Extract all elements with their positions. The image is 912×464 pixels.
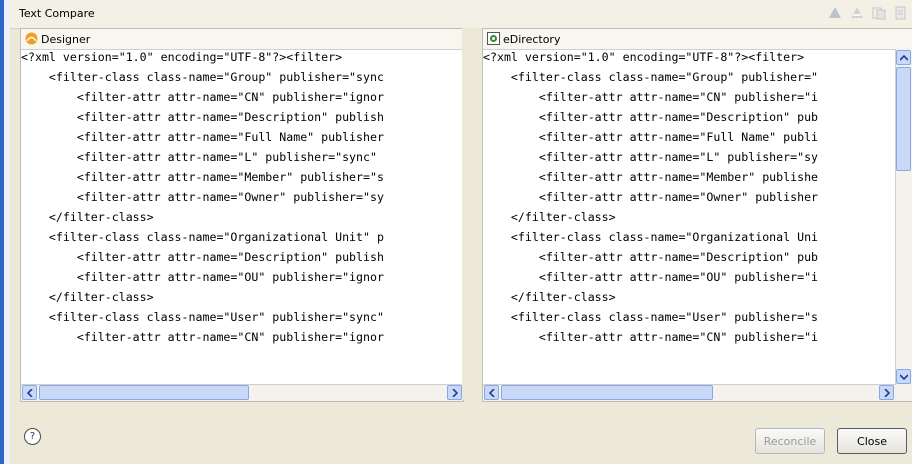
code-line: <filter-attr attr-name="Owner" publisher…: [21, 190, 384, 204]
scroll-left-button[interactable]: [22, 385, 37, 400]
code-line: <filter-attr attr-name="Member" publishe…: [21, 170, 384, 184]
code-line: <filter-attr attr-name="CN" publisher="i…: [21, 330, 384, 344]
code-line: <filter-attr attr-name="Description" pub…: [21, 250, 384, 264]
code-line: <filter-attr attr-name="Full Name" publi: [483, 130, 819, 144]
pane-divider[interactable]: [462, 28, 482, 400]
code-line: <filter-class class-name="User" publishe…: [483, 310, 819, 324]
scroll-down-button[interactable]: [896, 369, 911, 384]
edirectory-horizontal-scrollbar[interactable]: [483, 384, 895, 401]
edirectory-pane: eDirectory <?xml version="1.0" encoding=…: [482, 28, 912, 402]
code-line: <filter-attr attr-name="OU" publisher="i…: [21, 270, 384, 284]
designer-text-area[interactable]: <?xml version="1.0" encoding="UTF-8"?><f…: [21, 49, 463, 356]
text-compare-dialog: Text Compare Designer <?xml version="1.0…: [10, 0, 912, 464]
code-line: </filter-class>: [483, 290, 616, 304]
code-line: <filter-attr attr-name="Description" pub: [483, 110, 819, 124]
code-line: </filter-class>: [483, 210, 616, 224]
code-line: <filter-attr attr-name="CN" publisher="i: [483, 330, 819, 344]
scroll-left-button[interactable]: [484, 385, 499, 400]
scroll-corner: [895, 385, 912, 401]
scroll-up-button[interactable]: [896, 50, 911, 65]
copy-right-icon[interactable]: [894, 6, 908, 20]
code-line: <filter-class class-name="Group" publish…: [21, 70, 384, 84]
designer-icon: [25, 32, 38, 45]
edirectory-vertical-scrollbar[interactable]: [895, 49, 912, 385]
code-line: </filter-class>: [21, 210, 154, 224]
close-button[interactable]: Close: [837, 428, 907, 454]
designer-pane-header: Designer: [21, 29, 463, 50]
window-title: Text Compare: [19, 7, 95, 20]
chevron-right-icon: [883, 388, 890, 397]
chevron-right-icon: [451, 388, 458, 397]
title-bar: Text Compare: [10, 0, 912, 29]
code-line: <filter-class class-name="Organizational…: [21, 230, 384, 244]
edirectory-text-area[interactable]: <?xml version="1.0" encoding="UTF-8"?><f…: [483, 49, 895, 356]
designer-horizontal-scrollbar[interactable]: [21, 384, 463, 401]
code-line: <?xml version="1.0" encoding="UTF-8"?><f…: [483, 50, 805, 64]
vertical-scroll-thumb[interactable]: [896, 67, 911, 171]
chevron-up-icon: [899, 54, 908, 61]
edirectory-icon: [487, 32, 500, 45]
code-line: <filter-attr attr-name="Owner" publisher: [483, 190, 819, 204]
code-line: <filter-attr attr-name="CN" publisher="i: [483, 90, 819, 104]
designer-pane: Designer <?xml version="1.0" encoding="U…: [20, 28, 464, 402]
code-line: </filter-class>: [21, 290, 154, 304]
code-line: <filter-attr attr-name="L" publisher="sy: [483, 150, 819, 164]
code-line: <filter-attr attr-name="Full Name" publi…: [21, 130, 384, 144]
code-line: <filter-attr attr-name="L" publisher="sy…: [21, 150, 384, 164]
help-icon[interactable]: ?: [24, 428, 41, 445]
code-line: <filter-class class-name="User" publishe…: [21, 310, 384, 324]
edirectory-pane-header: eDirectory: [483, 29, 912, 50]
code-line: <filter-class class-name="Group" publish…: [483, 70, 819, 84]
next-change-icon[interactable]: [828, 6, 842, 20]
designer-pane-title: Designer: [41, 33, 91, 46]
reconcile-button[interactable]: Reconcile: [755, 428, 825, 454]
code-line: <filter-attr attr-name="Description" pub…: [21, 110, 384, 124]
code-line: <filter-attr attr-name="Description" pub: [483, 250, 819, 264]
copy-left-icon[interactable]: [872, 6, 886, 20]
code-line: <filter-attr attr-name="CN" publisher="i…: [21, 90, 384, 104]
code-line: <filter-attr attr-name="Member" publishe: [483, 170, 819, 184]
chevron-down-icon: [899, 373, 908, 380]
chevron-left-icon: [488, 388, 495, 397]
code-line: <filter-attr attr-name="OU" publisher="i: [483, 270, 819, 284]
edirectory-pane-title: eDirectory: [503, 33, 561, 46]
scroll-right-button[interactable]: [447, 385, 462, 400]
previous-change-icon[interactable]: [850, 6, 864, 20]
code-line: <?xml version="1.0" encoding="UTF-8"?><f…: [21, 50, 343, 64]
chevron-left-icon: [26, 388, 33, 397]
scroll-right-button[interactable]: [879, 385, 894, 400]
code-line: <filter-class class-name="Organizational…: [483, 230, 819, 244]
scroll-thumb[interactable]: [39, 385, 249, 400]
title-toolbar: [828, 6, 908, 20]
scroll-thumb[interactable]: [501, 385, 713, 400]
